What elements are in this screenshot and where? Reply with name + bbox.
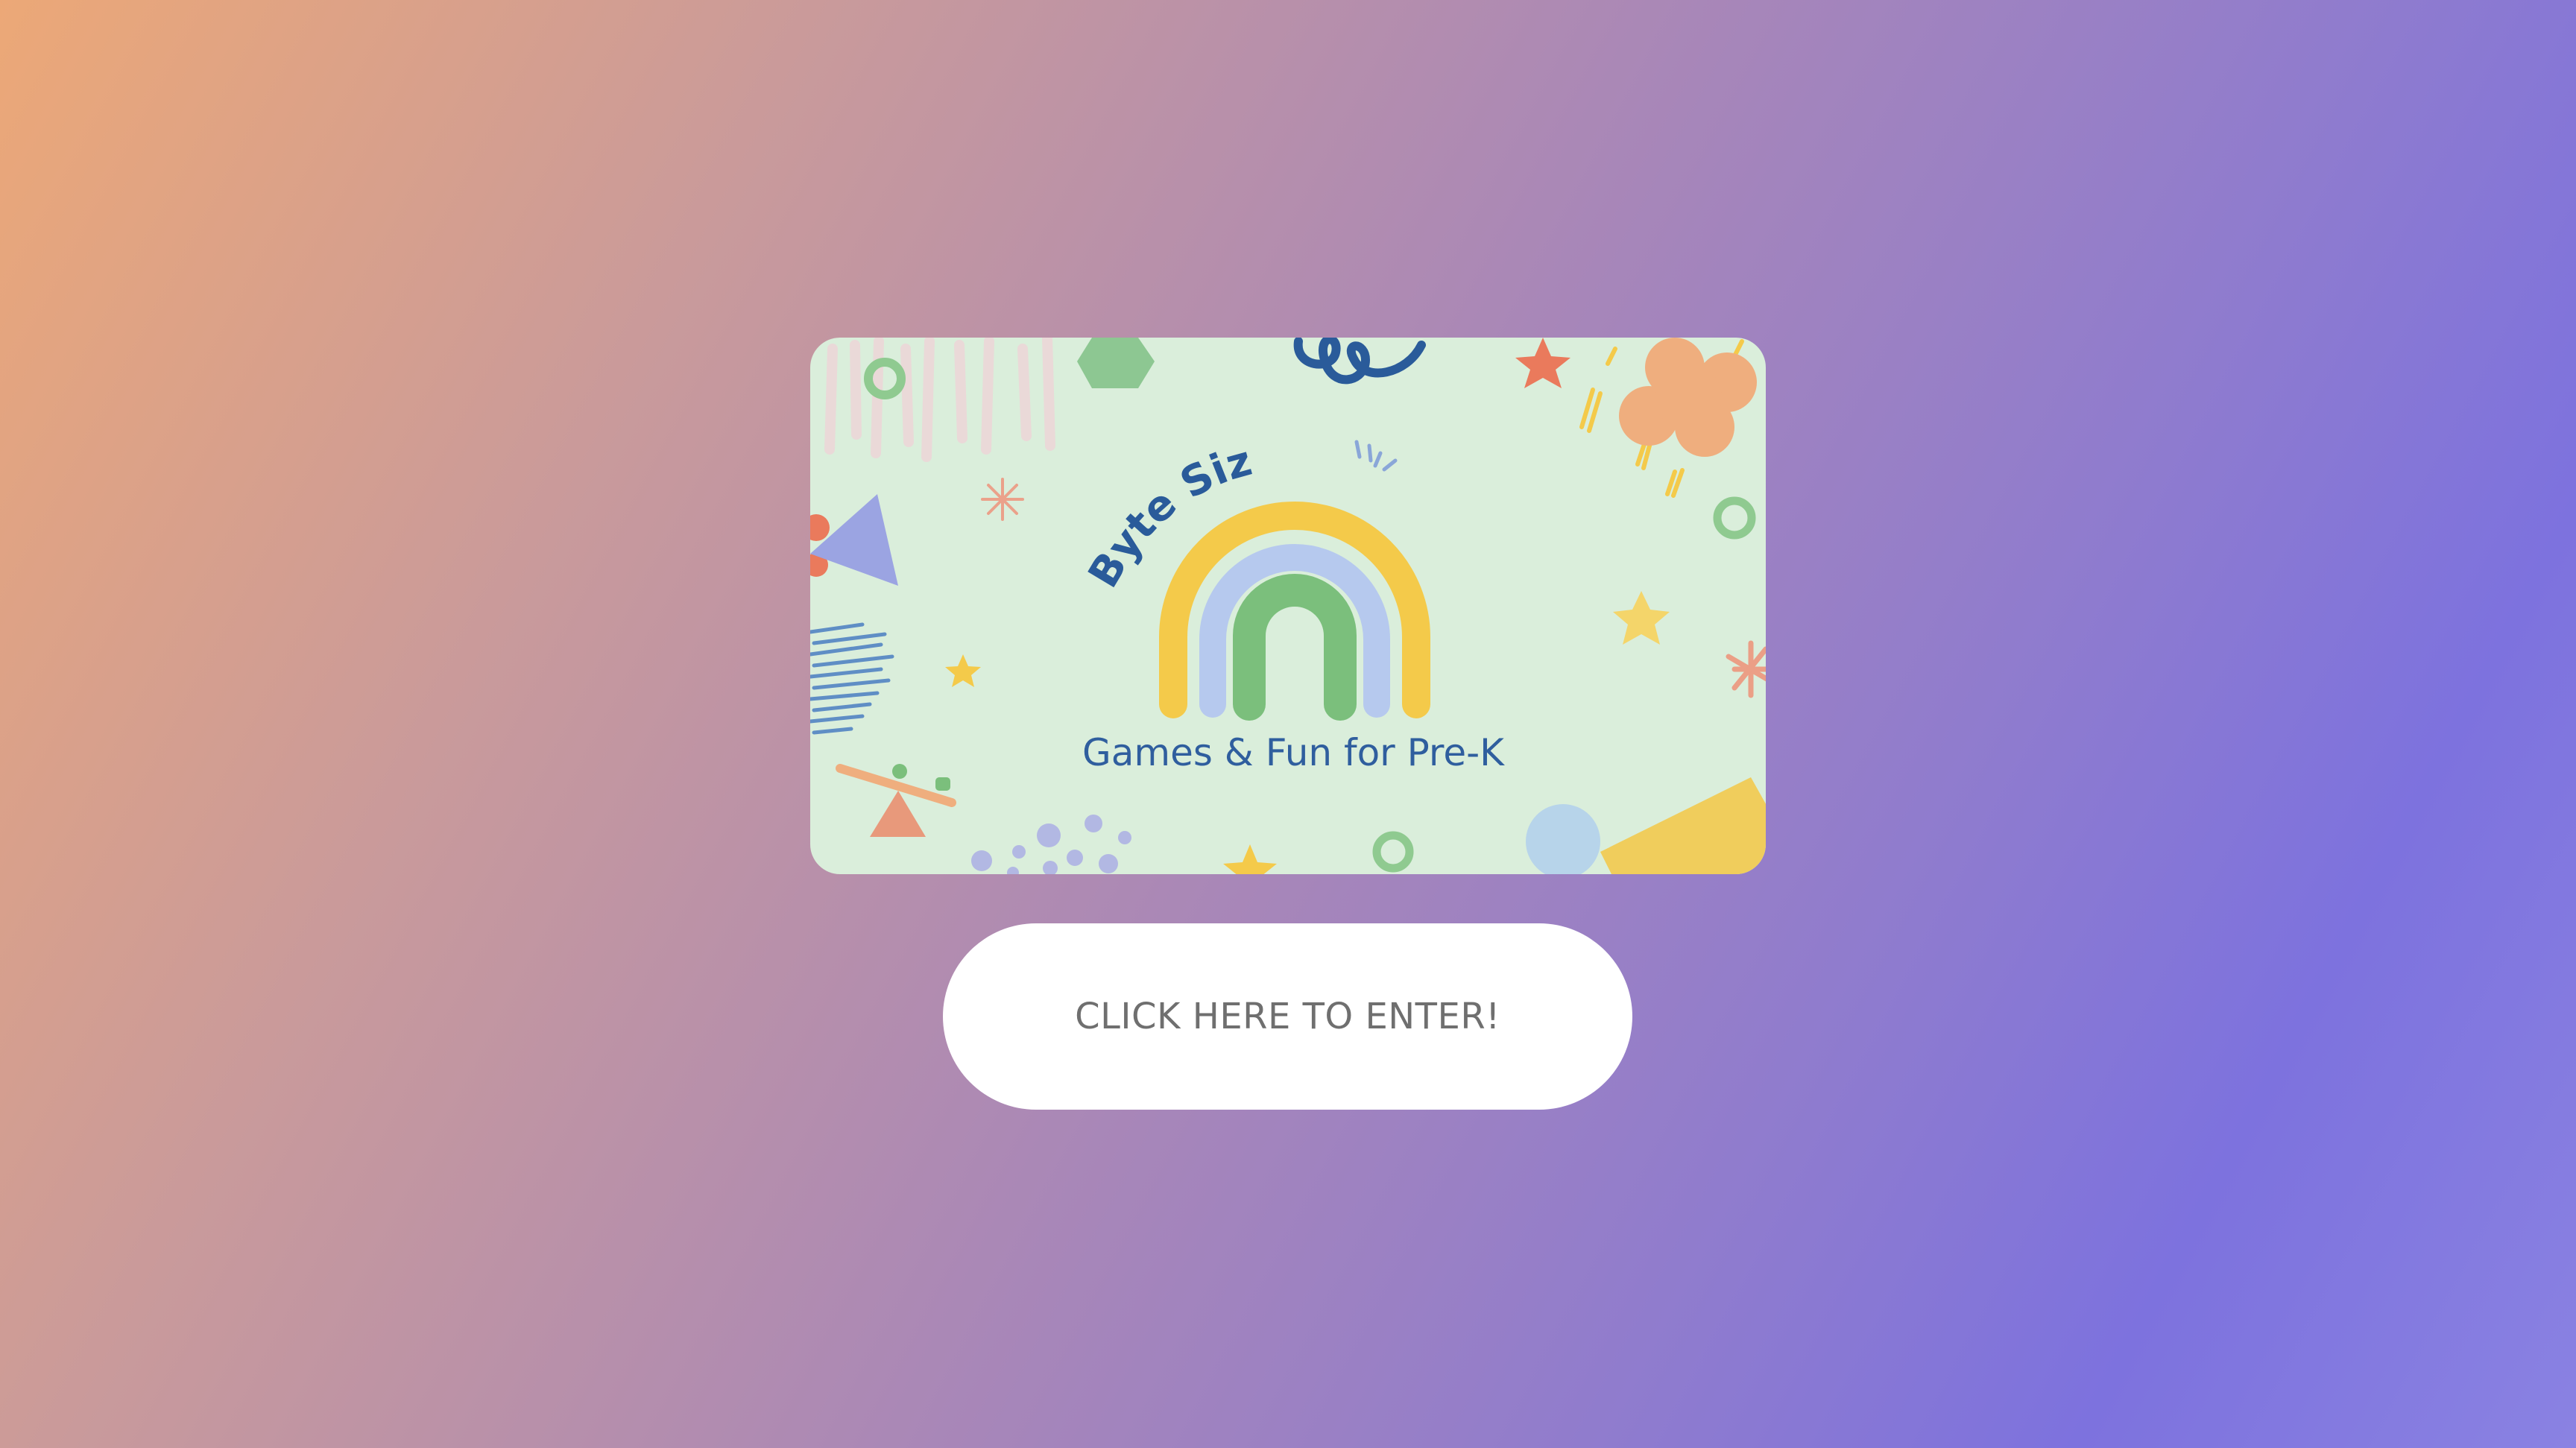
- rainbow-icon: [1159, 502, 1430, 721]
- ring-icon: [1372, 831, 1414, 873]
- brush-streaks-decoration: [824, 338, 1055, 462]
- sparkle-decoration: [1354, 440, 1398, 472]
- asterisk-icon: [1726, 640, 1766, 698]
- circle-decoration: [1526, 804, 1600, 874]
- hero-banner: Byte Size Games & Fun for Pre-K: [810, 338, 1766, 874]
- dots-decoration: [971, 815, 1131, 874]
- banner-illustration: Byte Size Games & Fun for Pre-K: [810, 338, 1766, 874]
- star-icon: [1515, 338, 1570, 388]
- seesaw-icon: [836, 764, 956, 837]
- ring-icon: [1713, 496, 1756, 540]
- hexagon-icon: [1077, 338, 1155, 388]
- flower-icon: [1619, 338, 1757, 457]
- squiggle-icon: [1293, 338, 1426, 385]
- scribble-decoration: [810, 622, 894, 735]
- star-icon: [945, 654, 981, 687]
- enter-button[interactable]: CLICK HERE TO ENTER!: [943, 923, 1632, 1110]
- star-icon: [1613, 591, 1670, 645]
- asterisk-icon: [981, 478, 1024, 521]
- shape-decoration: [1600, 777, 1766, 874]
- tagline-text: Games & Fun for Pre-K: [1082, 731, 1505, 774]
- star-icon: [1223, 844, 1277, 874]
